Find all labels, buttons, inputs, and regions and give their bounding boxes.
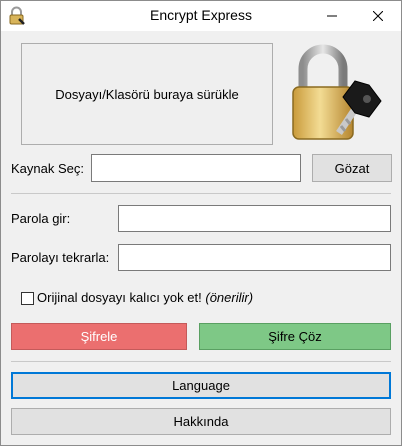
language-button[interactable]: Language [11,372,391,399]
separator-bottom [11,361,391,362]
browse-button[interactable]: Gözat [312,154,392,182]
close-icon [373,11,383,21]
encrypt-button[interactable]: Şifrele [11,323,187,350]
password-repeat-input[interactable] [118,244,391,271]
about-button[interactable]: Hakkında [11,408,391,435]
source-path-input[interactable] [91,154,301,182]
drop-zone-text: Dosyayı/Klasörü buraya sürükle [55,86,239,102]
delete-original-text: Orijinal dosyayı kalıcı yok et! [37,290,202,305]
password-label: Parola gir: [11,211,71,226]
delete-original-label[interactable]: Orijinal dosyayı kalıcı yok et! (önerili… [37,290,253,305]
minimize-icon [327,15,337,17]
close-button[interactable] [355,1,401,31]
app-window: Encrypt Express Dosyayı/Klasörü buraya s… [0,0,402,446]
password-input[interactable] [118,205,391,232]
drop-zone[interactable]: Dosyayı/Klasörü buraya sürükle [21,43,273,145]
delete-original-hint: (önerilir) [205,290,254,305]
decrypt-button[interactable]: Şifre Çöz [199,323,391,350]
lock-and-key-icon [292,44,382,140]
password-repeat-label: Parolayı tekrarla: [11,250,110,265]
delete-original-checkbox[interactable] [21,292,34,305]
separator-top [11,193,391,194]
source-label: Kaynak Seç: [11,161,84,176]
title-bar[interactable]: Encrypt Express [1,1,401,31]
minimize-button[interactable] [309,1,355,31]
